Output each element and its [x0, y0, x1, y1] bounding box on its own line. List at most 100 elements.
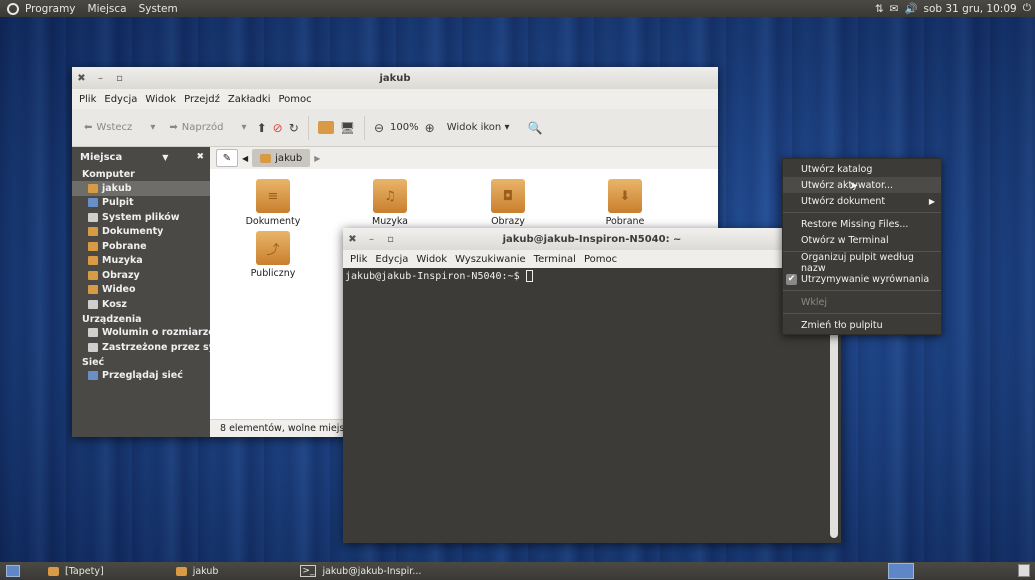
- menu-item-create-folder[interactable]: Utwórz katalog: [783, 161, 941, 177]
- folder-icon: [88, 241, 98, 251]
- show-desktop-icon[interactable]: [6, 565, 20, 577]
- maximize-icon[interactable]: ▫: [110, 73, 129, 84]
- term-menu-wyszukiwanie[interactable]: Wyszukiwanie: [451, 254, 530, 265]
- file-label: Publiczny: [250, 268, 296, 279]
- fm-menu-przejdz[interactable]: Przejdź: [180, 94, 224, 105]
- clock[interactable]: sob 31 gru, 10:09: [924, 3, 1017, 15]
- network-icon[interactable]: ⇅: [875, 3, 884, 15]
- term-menu-edycja[interactable]: Edycja: [371, 254, 412, 265]
- menu-item-keep-aligned[interactable]: ✔ Utrzymywanie wyrównania: [783, 271, 941, 287]
- fm-menu-pomoc[interactable]: Pomoc: [275, 94, 316, 105]
- sidebar-item-pobrane[interactable]: Pobrane: [72, 239, 210, 254]
- computer-icon[interactable]: 🖥: [340, 121, 355, 135]
- zoom-in-icon[interactable]: ⊕: [425, 121, 435, 135]
- workspace-switcher[interactable]: [888, 563, 914, 579]
- reload-icon[interactable]: ↻: [289, 121, 299, 135]
- menu-separator: [783, 313, 941, 314]
- fm-menu-plik[interactable]: Plik: [75, 94, 100, 105]
- term-menu-pomoc[interactable]: Pomoc: [580, 254, 621, 265]
- terminal-titlebar[interactable]: ✖ – ▫ jakub@jakub-Inspiron-N5040: ~: [343, 228, 841, 250]
- fm-menu-zakladki[interactable]: Zakładki: [224, 94, 275, 105]
- sidebar-item-jakub[interactable]: jakub: [72, 181, 210, 196]
- taskbar-item-tapety[interactable]: [Tapety]: [40, 562, 112, 580]
- terminal-title: jakub@jakub-Inspiron-N5040: ~: [502, 233, 682, 245]
- file-item[interactable]: ⬇ Pobrane: [585, 173, 665, 227]
- sidebar-title[interactable]: Miejsca: [80, 152, 122, 163]
- term-menu-plik[interactable]: Plik: [346, 254, 371, 265]
- sidebar-item-network[interactable]: Przeglądaj sieć: [72, 369, 210, 384]
- taskbar-item-jakub[interactable]: jakub: [168, 562, 227, 580]
- menu-item-organize-desktop[interactable]: Organizuj pulpit według nazw: [783, 252, 941, 274]
- file-label: Obrazy: [491, 216, 525, 227]
- up-arrow-icon[interactable]: ⬆: [257, 121, 267, 135]
- sidebar-item-muzyka[interactable]: Muzyka: [72, 254, 210, 269]
- view-mode-select[interactable]: Widok ikon ▾: [447, 122, 510, 133]
- menu-item-open-terminal[interactable]: Otwórz w Terminal: [783, 232, 941, 248]
- sidebar-item-label: Pobrane: [102, 240, 147, 252]
- sidebar-item-label: System plików: [102, 211, 180, 223]
- minimize-icon[interactable]: –: [362, 234, 381, 245]
- file-item[interactable]: ◘ Obrazy: [468, 173, 548, 227]
- home-folder-icon: [260, 153, 272, 163]
- mail-icon[interactable]: ✉: [890, 3, 899, 15]
- menu-system[interactable]: System: [133, 3, 184, 15]
- term-menu-terminal[interactable]: Terminal: [530, 254, 580, 265]
- sidebar-item-obrazy[interactable]: Obrazy: [72, 268, 210, 283]
- forward-button[interactable]: ➡ Naprzód ▾: [165, 122, 250, 133]
- volume-icon[interactable]: 🔊: [904, 2, 917, 15]
- chevron-down-icon[interactable]: ▾: [242, 122, 247, 133]
- path-right-icon[interactable]: ▶: [314, 154, 320, 163]
- chevron-down-icon[interactable]: ▼: [162, 153, 168, 162]
- menu-programy[interactable]: Programy: [19, 3, 82, 15]
- path-left-icon[interactable]: ◀: [242, 154, 248, 163]
- view-mode-label: Widok ikon: [446, 122, 502, 133]
- term-menu-widok[interactable]: Widok: [412, 254, 451, 265]
- sidebar-item-wideo[interactable]: Wideo: [72, 283, 210, 298]
- menu-item-restore-files[interactable]: Restore Missing Files...: [783, 216, 941, 232]
- back-button[interactable]: ⬅ Wstecz ▾: [80, 122, 159, 133]
- sidebar-item-system-plikow[interactable]: System plików: [72, 210, 210, 225]
- close-icon[interactable]: ✖: [343, 234, 362, 245]
- file-item[interactable]: ≡ Dokumenty: [233, 173, 313, 227]
- maximize-icon[interactable]: ▫: [381, 234, 400, 245]
- path-bar: ✎ ◀ jakub ▶: [210, 147, 718, 169]
- zoom-out-icon[interactable]: ⊖: [374, 121, 384, 135]
- fm-menu-edycja[interactable]: Edycja: [100, 94, 141, 105]
- edit-location-icon[interactable]: ✎: [216, 149, 238, 167]
- chevron-down-icon[interactable]: ▾: [150, 122, 155, 133]
- taskbar-item-terminal[interactable]: >_ jakub@jakub-Inspir...: [292, 562, 429, 580]
- network-icon: [88, 371, 98, 381]
- menu-item-create-document[interactable]: Utwórz dokument ▶: [783, 193, 941, 209]
- sidebar-item-volume[interactable]: Wolumin o rozmiarze ...: [72, 326, 210, 341]
- menu-item-create-launcher[interactable]: Utwórz aktywator... ➤: [783, 177, 941, 193]
- menu-miejsca[interactable]: Miejsca: [82, 3, 133, 15]
- task-label: jakub@jakub-Inspir...: [322, 565, 422, 577]
- search-icon[interactable]: 🔍: [527, 121, 542, 135]
- panel-indicators: ⇅ ✉ 🔊 sob 31 gru, 10:09 ⏻: [875, 2, 1035, 15]
- stop-icon[interactable]: ⊘: [273, 121, 283, 135]
- minimize-icon[interactable]: –: [91, 73, 110, 84]
- sidebar-item-reserved[interactable]: Zastrzeżone przez sys...: [72, 340, 210, 355]
- power-icon[interactable]: ⏻: [1023, 2, 1031, 15]
- file-item[interactable]: ⤴ Publiczny: [233, 225, 313, 279]
- close-icon[interactable]: ✖: [196, 152, 204, 162]
- ubuntu-logo-icon[interactable]: [7, 2, 19, 15]
- top-panel: Programy Miejsca System ⇅ ✉ 🔊 sob 31 gru…: [0, 0, 1035, 17]
- fm-titlebar[interactable]: ✖ – ▫ jakub: [72, 67, 718, 89]
- menu-item-change-background[interactable]: Zmień tło pulpitu: [783, 317, 941, 333]
- toolbar-separator: [307, 115, 309, 140]
- terminal-output[interactable]: jakub@jakub-Inspiron-N5040:~$: [343, 268, 827, 543]
- sidebar-item-dokumenty[interactable]: Dokumenty: [72, 225, 210, 240]
- trash-icon[interactable]: [1018, 564, 1030, 577]
- home-folder-icon[interactable]: [317, 121, 334, 134]
- checkbox-checked-icon[interactable]: ✔: [786, 273, 797, 285]
- close-icon[interactable]: ✖: [72, 73, 91, 84]
- fm-menu-widok[interactable]: Widok: [141, 94, 180, 105]
- terminal-menubar: Plik Edycja Widok Wyszukiwanie Terminal …: [343, 250, 841, 268]
- file-item[interactable]: ♫ Muzyka: [350, 173, 430, 227]
- sidebar-item-pulpit[interactable]: Pulpit: [72, 196, 210, 211]
- path-crumb[interactable]: jakub: [252, 149, 311, 167]
- sidebar-item-kosz[interactable]: Kosz: [72, 297, 210, 312]
- menu-item-label: Utrzymywanie wyrównania: [801, 273, 930, 285]
- file-label: Muzyka: [372, 216, 408, 227]
